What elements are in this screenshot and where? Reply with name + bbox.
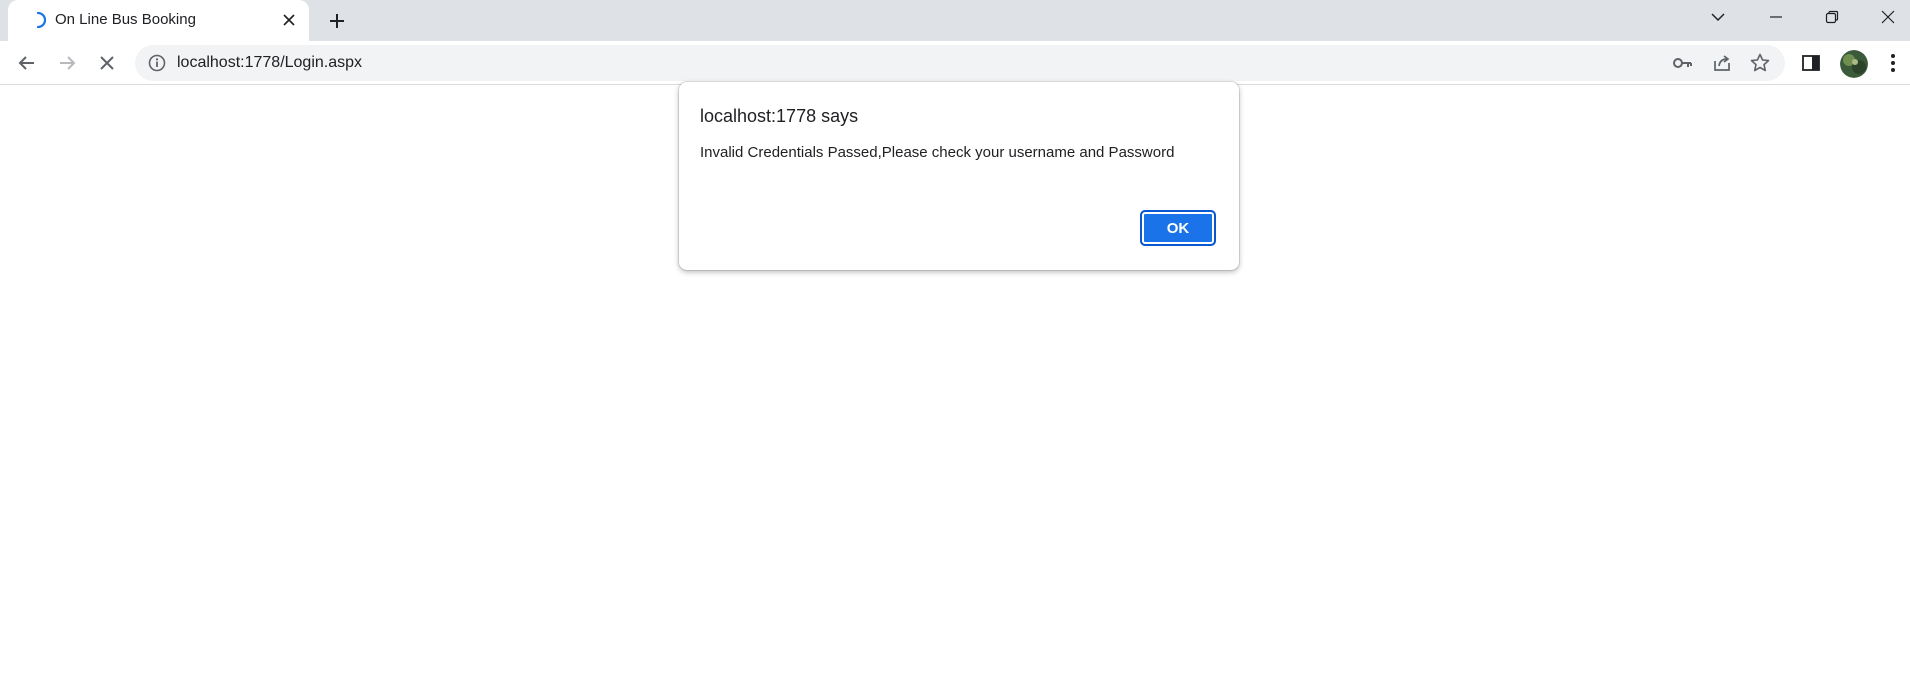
side-panel-icon[interactable]: [1794, 46, 1828, 80]
site-info-icon[interactable]: [147, 53, 167, 73]
restore-icon[interactable]: [1804, 0, 1860, 34]
ok-button[interactable]: OK: [1140, 210, 1216, 246]
tab-search-icon[interactable]: [1690, 0, 1746, 34]
loading-spinner-icon: [28, 10, 48, 30]
alert-dialog: localhost:1778 says Invalid Credentials …: [679, 82, 1239, 270]
minimize-icon[interactable]: [1748, 0, 1804, 34]
tab-close-icon[interactable]: [278, 9, 300, 31]
url-text[interactable]: localhost:1778/Login.aspx: [177, 54, 362, 72]
password-key-icon[interactable]: [1670, 51, 1694, 75]
browser-tab[interactable]: On Line Bus Booking: [8, 0, 309, 41]
dialog-title: localhost:1778 says: [700, 106, 859, 126]
back-arrow-icon[interactable]: [10, 46, 44, 80]
bookmark-star-icon[interactable]: [1748, 51, 1772, 75]
address-bar[interactable]: localhost:1778/Login.aspx: [135, 45, 1785, 81]
dialog-message: Invalid Credentials Passed,Please check …: [700, 144, 1175, 161]
stop-loading-icon[interactable]: [90, 46, 124, 80]
window-close-icon[interactable]: [1860, 0, 1910, 34]
new-tab-icon[interactable]: [323, 7, 351, 35]
more-menu-icon[interactable]: [1876, 46, 1910, 80]
tab-strip: On Line Bus Booking: [0, 0, 1910, 41]
profile-avatar[interactable]: [1840, 50, 1868, 78]
tab-title: On Line Bus Booking: [55, 11, 196, 28]
forward-arrow-icon[interactable]: [50, 46, 84, 80]
share-icon[interactable]: [1710, 51, 1734, 75]
browser-toolbar: localhost:1778/Login.aspx: [0, 41, 1910, 85]
